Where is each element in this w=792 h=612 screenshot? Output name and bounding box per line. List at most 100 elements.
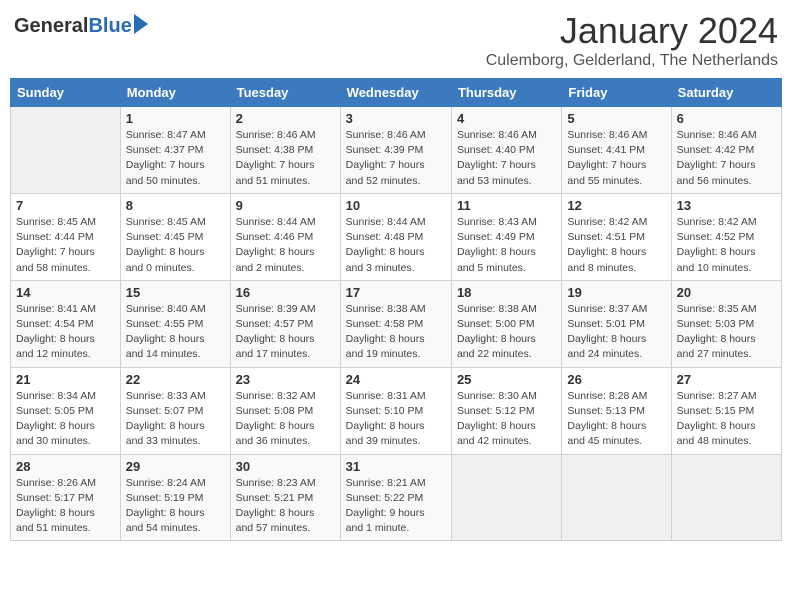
title-area: January 2024 Culemborg, Gelderland, The … — [486, 10, 778, 70]
calendar-title: January 2024 — [486, 10, 778, 52]
day-cell: 27 Sunrise: 8:27 AMSunset: 5:15 PMDayligh… — [671, 367, 781, 454]
day-info: Sunrise: 8:35 AMSunset: 5:03 PMDaylight:… — [677, 302, 776, 363]
day-cell: 31 Sunrise: 8:21 AMSunset: 5:22 PMDayligh… — [340, 454, 451, 541]
day-number: 13 — [677, 198, 776, 213]
day-cell: 8Sunrise: 8:45 AMSunset: 4:45 PMDaylight… — [120, 193, 230, 280]
day-cell: 14 Sunrise: 8:41 AMSunset: 4:54 PMDayligh… — [11, 280, 121, 367]
day-number: 26 — [567, 372, 665, 387]
week-row-1: 1Sunrise: 8:47 AMSunset: 4:37 PMDaylight… — [11, 107, 782, 194]
day-cell: 13 Sunrise: 8:42 AMSunset: 4:52 PMDayligh… — [671, 193, 781, 280]
day-number: 9 — [236, 198, 335, 213]
day-cell: 21 Sunrise: 8:34 AMSunset: 5:05 PMDayligh… — [11, 367, 121, 454]
header-day-friday: Friday — [562, 79, 671, 107]
day-number: 3 — [346, 111, 446, 126]
day-info: Sunrise: 8:23 AMSunset: 5:21 PMDaylight:… — [236, 476, 335, 537]
week-row-4: 21 Sunrise: 8:34 AMSunset: 5:05 PMDayligh… — [11, 367, 782, 454]
day-cell: 11 Sunrise: 8:43 AMSunset: 4:49 PMDayligh… — [451, 193, 561, 280]
day-info: Sunrise: 8:46 AMSunset: 4:40 PMDaylight:… — [457, 128, 556, 189]
day-number: 12 — [567, 198, 665, 213]
header-day-wednesday: Wednesday — [340, 79, 451, 107]
day-cell: 10 Sunrise: 8:44 AMSunset: 4:48 PMDayligh… — [340, 193, 451, 280]
day-info: Sunrise: 8:42 AMSunset: 4:52 PMDaylight:… — [677, 215, 776, 276]
day-cell: 26 Sunrise: 8:28 AMSunset: 5:13 PMDayligh… — [562, 367, 671, 454]
day-number: 8 — [126, 198, 225, 213]
day-number: 16 — [236, 285, 335, 300]
day-cell — [11, 107, 121, 194]
header-day-thursday: Thursday — [451, 79, 561, 107]
header-day-tuesday: Tuesday — [230, 79, 340, 107]
day-number: 18 — [457, 285, 556, 300]
day-info: Sunrise: 8:44 AMSunset: 4:48 PMDaylight:… — [346, 215, 446, 276]
day-cell: 25 Sunrise: 8:30 AMSunset: 5:12 PMDayligh… — [451, 367, 561, 454]
logo-general-text: General — [14, 15, 88, 38]
day-cell: 17 Sunrise: 8:38 AMSunset: 4:58 PMDayligh… — [340, 280, 451, 367]
day-cell: 3Sunrise: 8:46 AMSunset: 4:39 PMDaylight… — [340, 107, 451, 194]
day-info: Sunrise: 8:46 AMSunset: 4:38 PMDaylight:… — [236, 128, 335, 189]
header: General Blue January 2024 Culemborg, Gel… — [10, 10, 782, 70]
day-info: Sunrise: 8:44 AMSunset: 4:46 PMDaylight:… — [236, 215, 335, 276]
day-number: 21 — [16, 372, 115, 387]
day-info: Sunrise: 8:45 AMSunset: 4:44 PMDaylight:… — [16, 215, 115, 276]
day-cell: 15 Sunrise: 8:40 AMSunset: 4:55 PMDayligh… — [120, 280, 230, 367]
day-cell — [451, 454, 561, 541]
day-cell: 16 Sunrise: 8:39 AMSunset: 4:57 PMDayligh… — [230, 280, 340, 367]
logo-blue-text: Blue — [88, 15, 131, 38]
day-cell: 6Sunrise: 8:46 AMSunset: 4:42 PMDaylight… — [671, 107, 781, 194]
day-number: 24 — [346, 372, 446, 387]
day-info: Sunrise: 8:30 AMSunset: 5:12 PMDaylight:… — [457, 389, 556, 450]
day-info: Sunrise: 8:33 AMSunset: 5:07 PMDaylight:… — [126, 389, 225, 450]
day-number: 11 — [457, 198, 556, 213]
day-number: 15 — [126, 285, 225, 300]
day-number: 31 — [346, 459, 446, 474]
day-number: 19 — [567, 285, 665, 300]
day-info: Sunrise: 8:40 AMSunset: 4:55 PMDaylight:… — [126, 302, 225, 363]
day-cell: 30Sunrise: 8:23 AMSunset: 5:21 PMDayligh… — [230, 454, 340, 541]
day-cell: 1Sunrise: 8:47 AMSunset: 4:37 PMDaylight… — [120, 107, 230, 194]
header-day-sunday: Sunday — [11, 79, 121, 107]
day-number: 23 — [236, 372, 335, 387]
day-info: Sunrise: 8:43 AMSunset: 4:49 PMDaylight:… — [457, 215, 556, 276]
day-number: 27 — [677, 372, 776, 387]
day-info: Sunrise: 8:38 AMSunset: 5:00 PMDaylight:… — [457, 302, 556, 363]
days-header-row: SundayMondayTuesdayWednesdayThursdayFrid… — [11, 79, 782, 107]
day-info: Sunrise: 8:38 AMSunset: 4:58 PMDaylight:… — [346, 302, 446, 363]
day-info: Sunrise: 8:28 AMSunset: 5:13 PMDaylight:… — [567, 389, 665, 450]
week-row-2: 7Sunrise: 8:45 AMSunset: 4:44 PMDaylight… — [11, 193, 782, 280]
day-cell: 29Sunrise: 8:24 AMSunset: 5:19 PMDayligh… — [120, 454, 230, 541]
day-number: 25 — [457, 372, 556, 387]
day-number: 28 — [16, 459, 115, 474]
day-number: 14 — [16, 285, 115, 300]
day-info: Sunrise: 8:46 AMSunset: 4:41 PMDaylight:… — [567, 128, 665, 189]
day-cell: 24 Sunrise: 8:31 AMSunset: 5:10 PMDayligh… — [340, 367, 451, 454]
day-number: 22 — [126, 372, 225, 387]
day-number: 4 — [457, 111, 556, 126]
day-number: 10 — [346, 198, 446, 213]
day-info: Sunrise: 8:32 AMSunset: 5:08 PMDaylight:… — [236, 389, 335, 450]
day-info: Sunrise: 8:41 AMSunset: 4:54 PMDaylight:… — [16, 302, 115, 363]
day-number: 17 — [346, 285, 446, 300]
day-info: Sunrise: 8:31 AMSunset: 5:10 PMDaylight:… — [346, 389, 446, 450]
day-cell: 2Sunrise: 8:46 AMSunset: 4:38 PMDaylight… — [230, 107, 340, 194]
day-number: 20 — [677, 285, 776, 300]
header-day-monday: Monday — [120, 79, 230, 107]
day-cell: 4 Sunrise: 8:46 AMSunset: 4:40 PMDaylight… — [451, 107, 561, 194]
day-number: 5 — [567, 111, 665, 126]
day-cell: 7Sunrise: 8:45 AMSunset: 4:44 PMDaylight… — [11, 193, 121, 280]
day-cell: 9 Sunrise: 8:44 AMSunset: 4:46 PMDaylight… — [230, 193, 340, 280]
day-info: Sunrise: 8:46 AMSunset: 4:42 PMDaylight:… — [677, 128, 776, 189]
day-info: Sunrise: 8:21 AMSunset: 5:22 PMDaylight:… — [346, 476, 446, 537]
logo-arrow-icon — [134, 14, 148, 34]
day-cell — [562, 454, 671, 541]
day-info: Sunrise: 8:42 AMSunset: 4:51 PMDaylight:… — [567, 215, 665, 276]
day-cell: 12 Sunrise: 8:42 AMSunset: 4:51 PMDayligh… — [562, 193, 671, 280]
day-info: Sunrise: 8:39 AMSunset: 4:57 PMDaylight:… — [236, 302, 335, 363]
calendar-table: SundayMondayTuesdayWednesdayThursdayFrid… — [10, 78, 782, 541]
week-row-5: 28 Sunrise: 8:26 AMSunset: 5:17 PMDayligh… — [11, 454, 782, 541]
day-number: 1 — [126, 111, 225, 126]
day-cell: 20 Sunrise: 8:35 AMSunset: 5:03 PMDayligh… — [671, 280, 781, 367]
day-cell: 23 Sunrise: 8:32 AMSunset: 5:08 PMDayligh… — [230, 367, 340, 454]
day-info: Sunrise: 8:34 AMSunset: 5:05 PMDaylight:… — [16, 389, 115, 450]
day-info: Sunrise: 8:27 AMSunset: 5:15 PMDaylight:… — [677, 389, 776, 450]
day-info: Sunrise: 8:26 AMSunset: 5:17 PMDaylight:… — [16, 476, 115, 537]
day-cell — [671, 454, 781, 541]
